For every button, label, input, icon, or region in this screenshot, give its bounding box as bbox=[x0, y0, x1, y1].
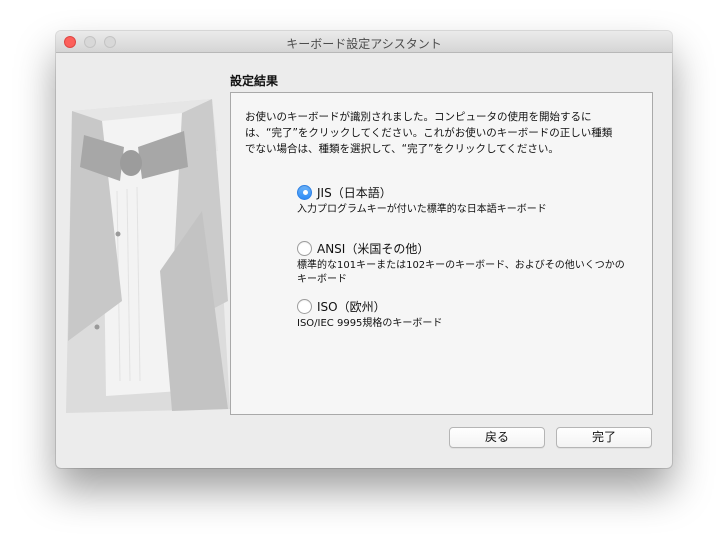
done-button[interactable]: 完了 bbox=[556, 427, 652, 448]
description-line: キーボード bbox=[297, 274, 347, 285]
intro-line: でない場合は、種類を選択して、“完了”をクリックしてください。 bbox=[245, 143, 559, 155]
description-line: 標準的な101キーまたは102キーのキーボード、およびその他いくつかの bbox=[297, 260, 625, 271]
section-heading: 設定結果 bbox=[230, 74, 279, 88]
option-iso-label[interactable]: ISO（欧州） bbox=[317, 298, 386, 315]
intro-line: お使いのキーボードが識別されました。コンピュータの使用を開始するに bbox=[245, 111, 592, 123]
description-line: 入力プログラムキーが付いた標準的な日本語キーボード bbox=[297, 204, 547, 215]
description-line: ISO/IEC 9995規格のキーボード bbox=[297, 318, 443, 329]
option-iso-description: ISO/IEC 9995規格のキーボード bbox=[297, 317, 637, 331]
option-ansi-description: 標準的な101キーまたは102キーのキーボード、およびその他いくつかの キーボー… bbox=[297, 259, 637, 287]
radio-ansi[interactable] bbox=[297, 240, 312, 256]
title-bar[interactable]: キーボード設定アシスタント bbox=[56, 31, 672, 53]
tuxedo-illustration-icon bbox=[66, 99, 230, 413]
radio-iso[interactable] bbox=[297, 298, 312, 314]
option-ansi-row[interactable]: ANSI（米国その他） bbox=[297, 239, 637, 257]
back-button[interactable]: 戻る bbox=[449, 427, 545, 448]
result-panel: お使いのキーボードが識別されました。コンピュータの使用を開始するに は、“完了”… bbox=[230, 92, 653, 415]
intro-text: お使いのキーボードが識別されました。コンピュータの使用を開始するに は、“完了”… bbox=[245, 109, 640, 157]
keyboard-setup-window: キーボード設定アシスタント 設定結果 お使いのキーボードが識別されました。コンピ… bbox=[56, 31, 672, 468]
option-iso-row[interactable]: ISO（欧州） bbox=[297, 297, 637, 315]
window-title: キーボード設定アシスタント bbox=[286, 37, 442, 51]
option-ansi-label[interactable]: ANSI（米国その他） bbox=[317, 240, 429, 257]
option-iso[interactable]: ISO（欧州） ISO/IEC 9995規格のキーボード bbox=[297, 297, 637, 331]
option-jis-row[interactable]: JIS（日本語） bbox=[297, 183, 637, 201]
option-jis[interactable]: JIS（日本語） 入力プログラムキーが付いた標準的な日本語キーボード bbox=[297, 183, 637, 217]
option-ansi[interactable]: ANSI（米国その他） 標準的な101キーまたは102キーのキーボード、およびそ… bbox=[297, 239, 637, 287]
option-jis-description: 入力プログラムキーが付いた標準的な日本語キーボード bbox=[297, 203, 637, 217]
option-jis-label[interactable]: JIS（日本語） bbox=[317, 184, 392, 201]
intro-line: は、“完了”をクリックしてください。これがお使いのキーボードの正しい種類 bbox=[245, 127, 613, 139]
radio-jis[interactable] bbox=[297, 184, 312, 200]
